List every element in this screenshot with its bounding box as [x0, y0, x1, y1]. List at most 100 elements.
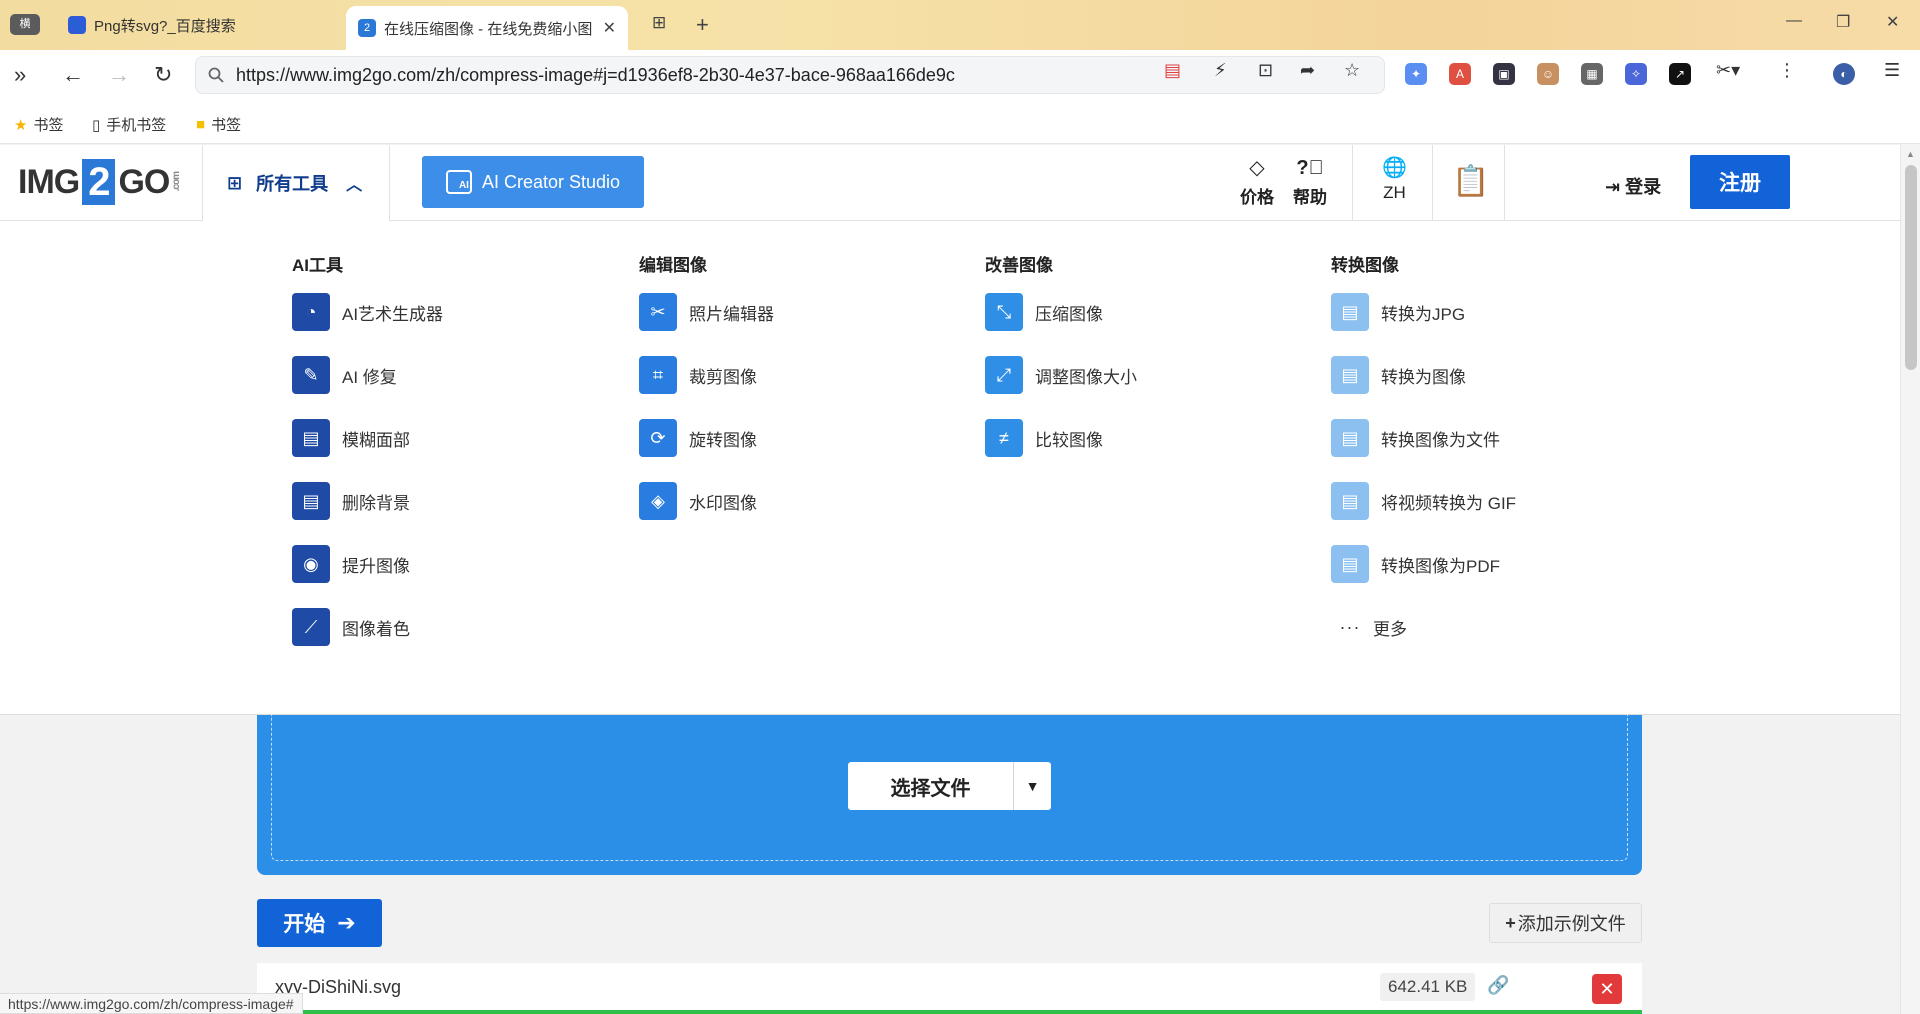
menu-icon[interactable]: ☰ — [1884, 60, 1900, 81]
new-tab-icon[interactable]: + — [696, 12, 709, 38]
page-scrollbar[interactable]: ▲ — [1900, 145, 1920, 1014]
brush-icon: ⟋ — [292, 608, 330, 646]
img2go-favicon: 2 — [358, 19, 376, 37]
login-link[interactable]: ⇥ 登录 — [1605, 173, 1661, 199]
history-button[interactable]: 📋 — [1452, 165, 1489, 203]
bookmark-item[interactable]: ★ 书签 — [14, 114, 63, 135]
address-bar[interactable]: https://www.img2go.com/zh/compress-image… — [195, 56, 1385, 94]
menu-item-upscale-image[interactable]: ◉ 提升图像 — [292, 545, 443, 583]
close-tab-icon[interactable]: ✕ — [603, 18, 616, 38]
menu-item-colorize-image[interactable]: ⟋ 图像着色 — [292, 608, 443, 646]
bookmark-star-icon[interactable]: ☆ — [1344, 60, 1360, 81]
restore-icon[interactable]: ❐ — [1836, 12, 1850, 32]
search-icon — [208, 67, 224, 83]
extension-ai-icon[interactable]: ✦ — [1405, 63, 1427, 85]
all-tools-label: 所有工具 — [256, 174, 329, 194]
bookmark-item-mobile[interactable]: ▯ 手机书签 — [92, 114, 166, 135]
logo-number: 2 — [82, 159, 116, 205]
pricing-link[interactable]: ◇ 价格 — [1240, 157, 1274, 208]
forward-icon[interactable]: → — [108, 62, 130, 88]
menu-item-label: AI艺术生成器 — [342, 304, 444, 324]
extension-avatar-icon[interactable]: ☺ — [1537, 63, 1559, 85]
start-button[interactable]: 开始 ➔ — [257, 899, 382, 947]
not-equal-icon: ≠ — [985, 419, 1023, 457]
all-tools-menu-toggle[interactable]: ⊞ 所有工具 ︿ — [202, 145, 390, 221]
menu-item-convert-to-jpg[interactable]: ▤ 转换为JPG — [1331, 293, 1516, 331]
lightning-icon[interactable]: ⚡ — [1214, 60, 1227, 81]
menu-item-blur-face[interactable]: ▤ 模糊面部 — [292, 419, 443, 457]
menu-item-label: 提升图像 — [342, 556, 410, 576]
profile-avatar-icon[interactable]: ◐ — [1833, 63, 1855, 85]
bookmark-label: 书签 — [211, 117, 242, 134]
menu-item-ai-repair[interactable]: ✎ AI 修复 — [292, 356, 443, 394]
link-icon[interactable]: 🔗 — [1487, 975, 1509, 996]
droplet-icon: ◈ — [639, 482, 677, 520]
globe-icon: 🌐 — [1382, 157, 1407, 179]
img2go-logo[interactable]: IMG 2 GO .com — [18, 159, 182, 205]
reader-icon[interactable]: ▤ — [1164, 60, 1181, 81]
language-selector[interactable]: 🌐 ZH — [1382, 157, 1407, 203]
upload-dropzone[interactable]: 选择文件 ▼ — [257, 715, 1642, 875]
close-window-icon[interactable]: ✕ — [1886, 12, 1899, 32]
reload-icon[interactable]: ↻ — [154, 62, 172, 88]
ai-creator-label: AI Creator Studio — [481, 171, 621, 192]
file-size-badge: 642.41 KB — [1380, 973, 1476, 1001]
chevron-down-icon[interactable]: ▼ — [1013, 762, 1051, 810]
menu-item-remove-background[interactable]: ▤ 删除背景 — [292, 482, 443, 520]
extension-chart-icon[interactable]: ↗ — [1669, 63, 1691, 85]
add-sample-file-button[interactable]: + 添加示例文件 — [1489, 903, 1642, 943]
tab-group-mini[interactable]: 横 — [10, 14, 40, 35]
browser-tab-img2go[interactable]: 2 在线压缩图像 - 在线免费缩小图 ✕ — [346, 6, 628, 50]
scissors-icon[interactable]: ✂▾ — [1716, 60, 1740, 81]
share-icon[interactable]: ➦ — [1300, 60, 1315, 81]
more-vertical-icon[interactable]: ⋮ — [1778, 60, 1796, 81]
screenshot-icon[interactable]: ⊡ — [1258, 60, 1273, 81]
menu-item-resize-image[interactable]: ⤢ 调整图像大小 — [985, 356, 1137, 394]
ai-creator-studio-button[interactable]: AI AI Creator Studio — [422, 156, 644, 208]
logo-text: GO — [118, 162, 170, 201]
delete-file-icon[interactable]: ✕ — [1592, 974, 1622, 1004]
eye-icon: ◉ — [292, 545, 330, 583]
menu-item-image-to-pdf[interactable]: ▤ 转换图像为PDF — [1331, 545, 1516, 583]
menu-item-label: 转换为JPG — [1381, 304, 1466, 324]
menu-item-compare-images[interactable]: ≠ 比较图像 — [985, 419, 1137, 457]
sidebar-toggle-icon[interactable]: » — [14, 62, 26, 88]
menu-item-crop-image[interactable]: ⌗ 裁剪图像 — [639, 356, 774, 394]
menu-item-watermark-image[interactable]: ◈ 水印图像 — [639, 482, 774, 520]
header-divider — [1352, 145, 1353, 221]
menu-item-ai-art-generator[interactable]: ◔ AI艺术生成器 — [292, 293, 443, 331]
file-icon: ▤ — [1331, 419, 1369, 457]
scroll-up-icon[interactable]: ▲ — [1906, 149, 1915, 159]
signup-button[interactable]: 注册 — [1690, 155, 1790, 209]
menu-item-compress-image[interactable]: ⤡ 压缩图像 — [985, 293, 1137, 331]
menu-item-image-to-document[interactable]: ▤ 转换图像为文件 — [1331, 419, 1516, 457]
menu-item-rotate-image[interactable]: ⟳ 旋转图像 — [639, 419, 774, 457]
menu-item-more[interactable]: ··· 更多 — [1331, 608, 1516, 646]
back-icon[interactable]: ← — [62, 62, 84, 88]
tab-title: Png转svg?_百度搜索 — [94, 17, 236, 35]
extension-bird-icon[interactable]: ✧ — [1625, 63, 1647, 85]
help-link[interactable]: ?⃝ 帮助 — [1293, 157, 1327, 208]
menu-item-video-to-gif[interactable]: ▤ 将视频转换为 GIF — [1331, 482, 1516, 520]
menu-item-convert-to-image[interactable]: ▤ 转换为图像 — [1331, 356, 1516, 394]
tools-icon: ✂ — [639, 293, 677, 331]
menu-item-label: 比较图像 — [1035, 430, 1103, 450]
minimize-icon[interactable]: — — [1786, 12, 1802, 30]
tab-group-icon[interactable]: ⊞ — [652, 13, 666, 33]
logo-suffix: .com — [171, 172, 183, 192]
scrollbar-thumb[interactable] — [1905, 165, 1917, 370]
grid-icon: ⊞ — [227, 172, 243, 193]
extension-pdf-icon[interactable]: A — [1449, 63, 1471, 85]
menu-item-label: AI 修复 — [342, 367, 397, 387]
extension-qr-icon[interactable]: ▦ — [1581, 63, 1603, 85]
menu-heading: AI工具 — [292, 256, 343, 275]
extension-translate-icon[interactable]: ▣ — [1493, 63, 1515, 85]
browser-tab-baidu[interactable]: 🐾 Png转svg?_百度搜索 — [56, 6, 338, 44]
bookmark-folder[interactable]: ■ 书签 — [196, 114, 241, 135]
status-bar-url: https://www.img2go.com/zh/compress-image… — [0, 993, 303, 1014]
logo-text: IMG — [18, 162, 80, 201]
ellipsis-icon: ··· — [1339, 616, 1361, 637]
menu-item-label: 照片编辑器 — [689, 304, 774, 324]
choose-file-button[interactable]: 选择文件 ▼ — [848, 762, 1051, 810]
menu-item-photo-editor[interactable]: ✂ 照片编辑器 — [639, 293, 774, 331]
